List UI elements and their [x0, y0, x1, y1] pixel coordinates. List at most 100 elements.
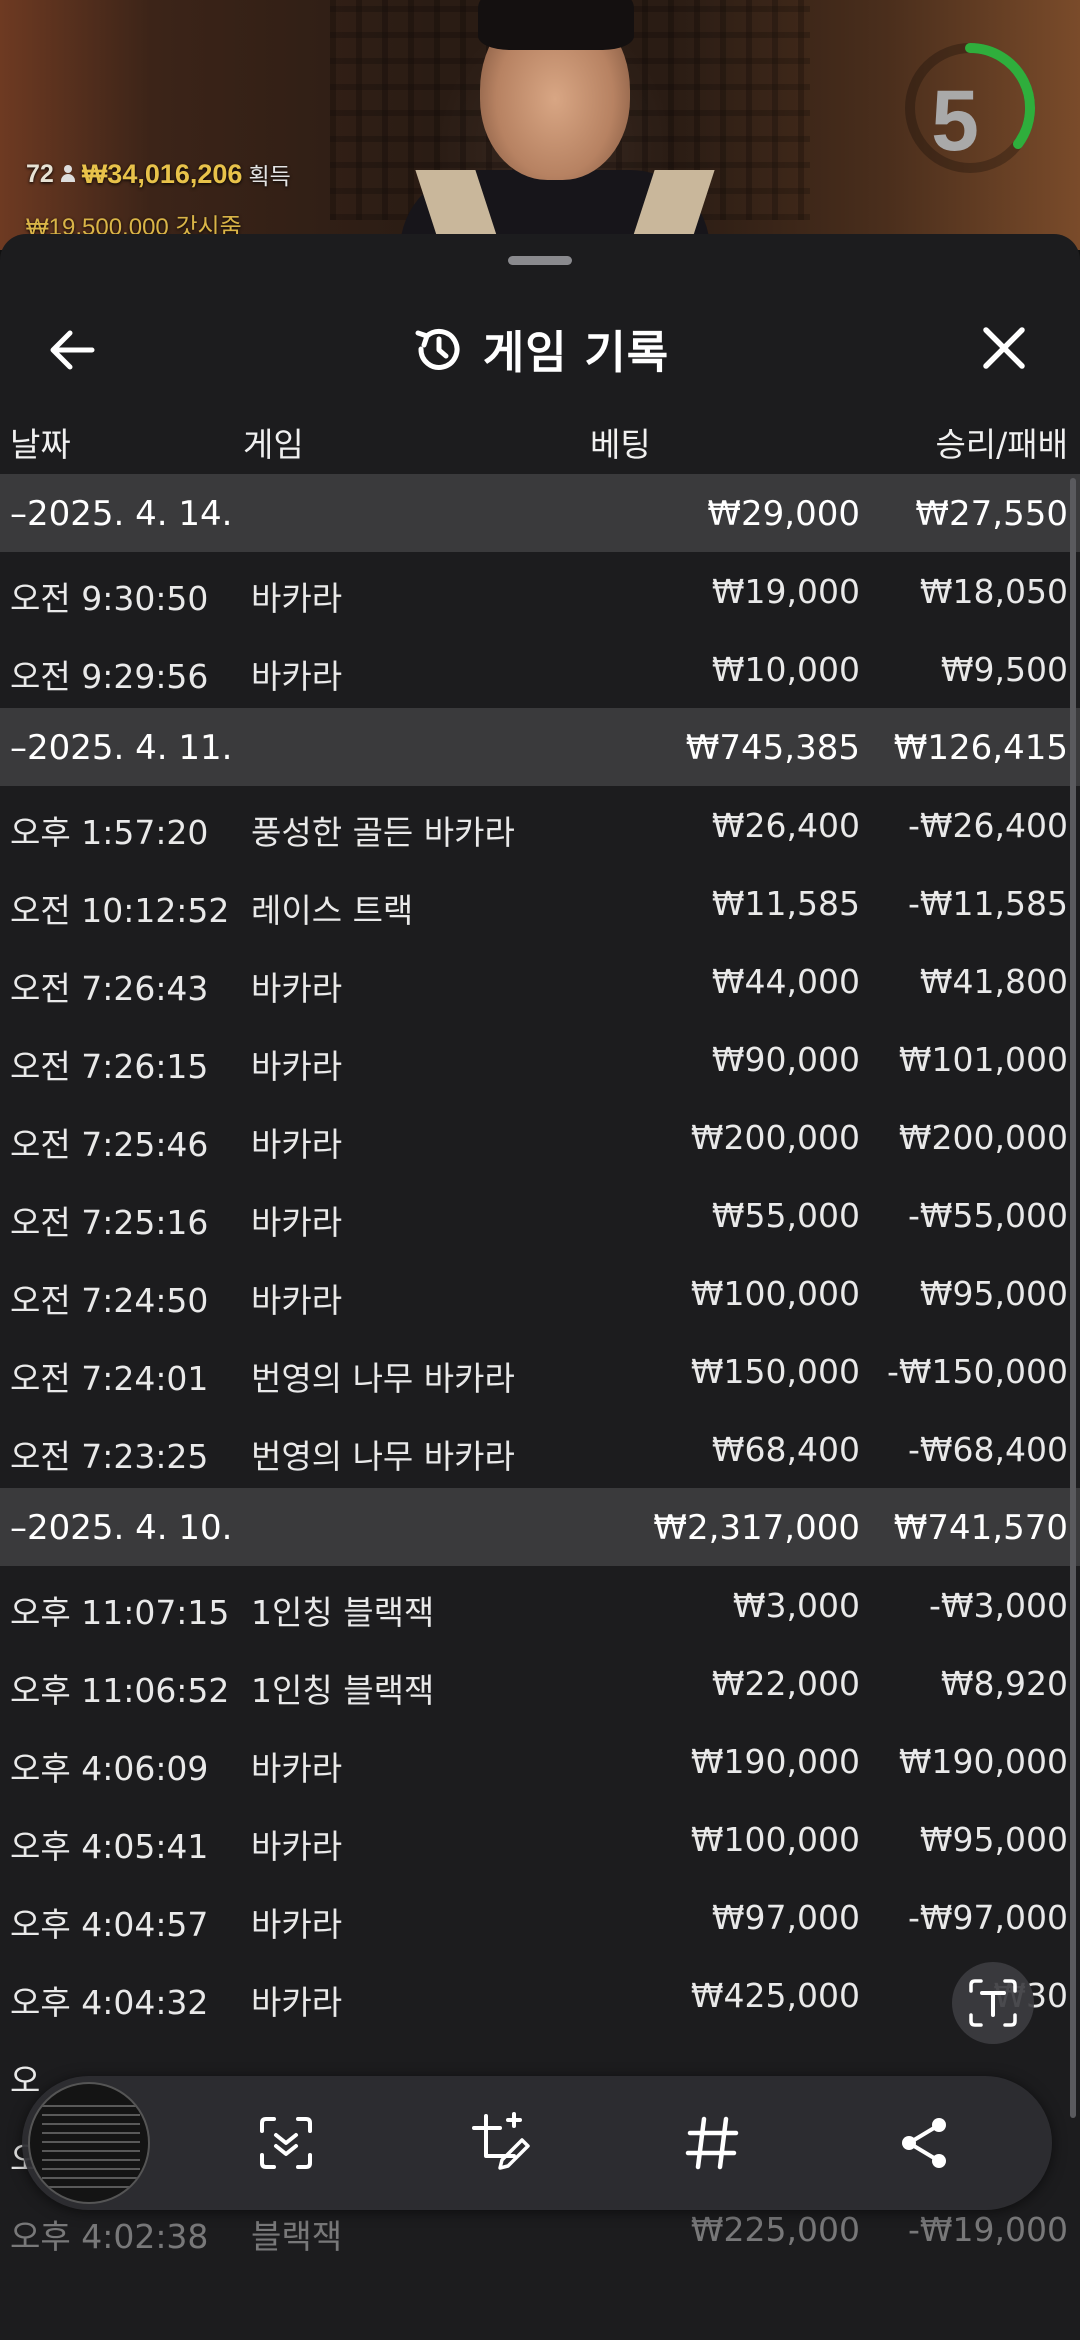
row-time: 오전 7:26:15: [10, 1047, 209, 1086]
scan-icon: [260, 2117, 312, 2169]
tag-button[interactable]: [673, 2104, 751, 2182]
row-result: ₩101,000: [898, 1040, 1068, 1079]
history-row: 오전 7:25:46 바카라 ₩200,000 ₩200,000: [0, 1098, 1080, 1176]
row-time: 오전 7:26:43: [10, 969, 209, 1008]
row-game: 레이스 트랙: [251, 891, 414, 930]
scrollbar[interactable]: [1070, 478, 1076, 2118]
person-icon: [60, 165, 76, 183]
history-row: 오후 4:04:57 바카라 ₩97,000 -₩97,000: [0, 1878, 1080, 1956]
history-row: 오후 4:04:32바카라₩425,000₩30: [0, 1956, 1080, 2034]
screenshot-toolbar: [22, 2076, 1052, 2210]
row-result: -₩97,000: [907, 1898, 1068, 1937]
row-bet: ₩190,000: [690, 1742, 860, 1781]
group-date: –2025. 4. 14.: [10, 494, 233, 534]
row-time: 오후 1:57:20: [10, 813, 209, 852]
thumbnail-preview: [42, 2102, 140, 2188]
row-game: 바카라: [251, 1749, 343, 1788]
row-bet: ₩26,400: [711, 806, 860, 845]
row-time: 오전 10:12:52: [10, 891, 230, 930]
row-game: 1인칭 블랙잭: [251, 1671, 435, 1710]
close-button[interactable]: [968, 320, 1038, 380]
row-time: 오전 7:25:46: [10, 1125, 209, 1164]
row-time: 오전 7:24:50: [10, 1281, 209, 1320]
row-result: -₩26,400: [907, 806, 1068, 845]
history-row: 오후 11:07:15 1인칭 블랙잭 ₩3,000 -₩3,000: [0, 1566, 1080, 1644]
row-result: -₩3,000: [928, 1586, 1068, 1625]
row-game: 바카라: [251, 1203, 343, 1242]
date-group-row[interactable]: –2025. 4. 14. ₩29,000 ₩27,550: [0, 474, 1080, 552]
row-bet: ₩22,000: [711, 1664, 860, 1703]
row-result: -₩19,000: [907, 2210, 1068, 2249]
row-bet: ₩10,000: [711, 650, 860, 689]
history-row: 오전 7:26:15 바카라 ₩90,000 ₩101,000: [0, 1020, 1080, 1098]
dealer-hair: [478, 0, 634, 50]
history-row: 오전 7:24:50 바카라 ₩100,000 ₩95,000: [0, 1254, 1080, 1332]
row-result: ₩9,500: [940, 650, 1068, 689]
row-game: 바카라: [251, 657, 343, 696]
history-row: 오전 7:24:01 번영의 나무 바카라 ₩150,000 -₩150,000: [0, 1332, 1080, 1410]
history-row: 오후 11:06:52 1인칭 블랙잭 ₩22,000 ₩8,920: [0, 1644, 1080, 1722]
date-group-row[interactable]: –2025. 4. 10. ₩2,317,000 ₩741,570: [0, 1488, 1080, 1566]
scroll-capture-button[interactable]: [247, 2104, 325, 2182]
group-date: –2025. 4. 11.: [10, 728, 233, 768]
row-bet: ₩425,000: [690, 1976, 860, 2015]
row-bet: ₩68,400: [711, 1430, 860, 1469]
winner-suffix: 획득: [248, 163, 291, 189]
group-result-total: ₩741,570: [893, 1508, 1068, 1548]
column-game: 게임: [243, 425, 304, 464]
page-title: 게임 기록: [482, 326, 670, 379]
history-row: 오전 7:26:43 바카라 ₩44,000 ₩41,800: [0, 942, 1080, 1020]
row-game: 바카라: [251, 1983, 343, 2022]
winner-amount: ₩34,016,206: [81, 158, 243, 189]
row-result: ₩200,000: [898, 1118, 1068, 1157]
row-bet: ₩225,000: [690, 2210, 860, 2249]
row-bet: ₩19,000: [711, 572, 860, 611]
row-bet: ₩55,000: [711, 1196, 860, 1235]
column-result: 승리/패배: [935, 425, 1068, 464]
countdown-number: 5: [931, 73, 979, 169]
history-row: 오전 7:23:25 번영의 나무 바카라 ₩68,400 -₩68,400: [0, 1410, 1080, 1488]
column-date: 날짜: [10, 425, 71, 464]
date-group-row[interactable]: –2025. 4. 11. ₩745,385 ₩126,415: [0, 708, 1080, 786]
screenshot-thumbnail[interactable]: [28, 2082, 150, 2204]
row-game: 바카라: [251, 1281, 343, 1320]
history-row: 오후 4:06:09 바카라 ₩190,000 ₩190,000: [0, 1722, 1080, 1800]
row-time: 오후 4:06:09: [10, 1749, 209, 1788]
sheet-grabber[interactable]: [508, 256, 572, 265]
row-time: 오전 7:25:16: [10, 1203, 209, 1242]
group-bet-total: ₩745,385: [685, 728, 860, 768]
row-time: 오: [10, 2061, 41, 2100]
row-game: 블랙잭: [251, 2217, 343, 2256]
row-bet: ₩100,000: [690, 1274, 860, 1313]
text-extract-icon: [969, 1979, 1017, 2027]
row-game: 바카라: [251, 1125, 343, 1164]
row-time: 오전 9:30:50: [10, 579, 209, 618]
crop-edit-icon: [472, 2112, 530, 2170]
title-group: 게임 기록: [0, 316, 1080, 381]
share-icon: [902, 2118, 946, 2168]
history-row: 오후 1:57:20 풍성한 골든 바카라 ₩26,400 -₩26,400: [0, 786, 1080, 864]
row-time: 오전 9:29:56: [10, 657, 209, 696]
group-date: –2025. 4. 10.: [10, 1508, 233, 1548]
row-time: 오전 7:23:25: [10, 1437, 209, 1476]
close-icon: [983, 327, 1025, 369]
row-time: 오전 7:24:01: [10, 1359, 209, 1398]
row-result: -₩68,400: [907, 1430, 1068, 1469]
row-result: -₩55,000: [907, 1196, 1068, 1235]
row-result: ₩95,000: [919, 1274, 1068, 1313]
share-button[interactable]: [886, 2104, 964, 2182]
hashtag-icon: [685, 2116, 739, 2170]
row-time: 오후 11:07:15: [10, 1593, 230, 1632]
group-bet-total: ₩29,000: [707, 494, 860, 534]
row-game: 바카라: [251, 579, 343, 618]
crop-edit-button[interactable]: [462, 2104, 540, 2182]
column-headers: 날짜 게임 베팅 승리/패배: [0, 402, 1080, 474]
history-row: 오전 9:30:50 바카라 ₩19,000 ₩18,050: [0, 552, 1080, 630]
extract-text-button[interactable]: [952, 1962, 1034, 2044]
history-row: 오전 9:29:56 바카라 ₩10,000 ₩9,500: [0, 630, 1080, 708]
row-bet: ₩200,000: [690, 1118, 860, 1157]
row-time: 오후 4:05:41: [10, 1827, 209, 1866]
group-result-total: ₩126,415: [893, 728, 1068, 768]
row-result: ₩190,000: [898, 1742, 1068, 1781]
row-bet: ₩97,000: [711, 1898, 860, 1937]
